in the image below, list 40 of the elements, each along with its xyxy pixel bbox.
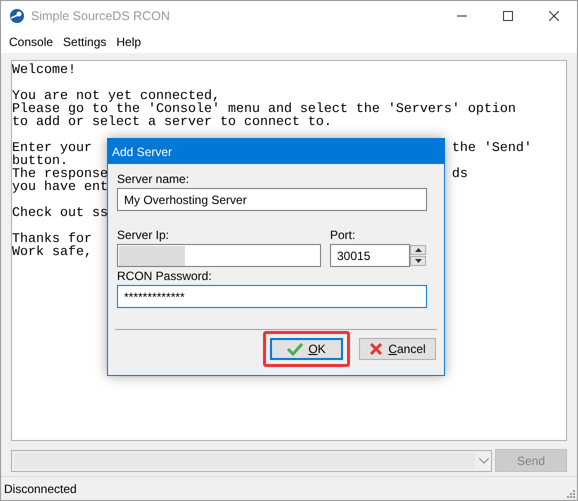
console-line: The response bbox=[12, 168, 108, 181]
number-field[interactable]: 30015 bbox=[330, 244, 410, 267]
triangle-up-icon bbox=[414, 248, 422, 252]
resize-grip-icon bbox=[567, 490, 575, 498]
status-text: Disconnected bbox=[4, 480, 77, 498]
password-field[interactable]: ************* bbox=[117, 285, 427, 308]
input-field[interactable] bbox=[117, 244, 321, 267]
field-label: Port: bbox=[330, 228, 356, 242]
triangle-down-icon bbox=[414, 259, 422, 263]
field-label: RCON Password: bbox=[117, 269, 213, 283]
checkmark-icon bbox=[287, 342, 304, 356]
app-logo-icon bbox=[9, 8, 25, 24]
menu-item[interactable]: Console bbox=[4, 33, 58, 51]
console-line: Welcome! bbox=[12, 64, 76, 77]
spin-up-button[interactable] bbox=[410, 245, 426, 255]
console-line: to add or select a server to connect to. bbox=[12, 116, 332, 129]
console-line: the 'Send' bbox=[452, 142, 532, 155]
menu-item[interactable]: Help bbox=[111, 33, 146, 51]
console-line: button. bbox=[12, 155, 68, 168]
console-line: Work safe, bbox=[12, 246, 92, 259]
dialog-title: Add Server bbox=[112, 144, 172, 160]
console-line: Please go to the 'Console' menu and select the 'Servers' option bbox=[12, 103, 516, 116]
console-line: Check out ss bbox=[12, 207, 108, 220]
ok-button[interactable]: OK bbox=[270, 338, 343, 360]
chevron-down-icon bbox=[479, 458, 489, 464]
text-field[interactable]: My Overhosting Server bbox=[117, 188, 427, 211]
console-line: You are not yet connected, bbox=[12, 90, 220, 103]
window-title: Simple SourceDS RCON bbox=[31, 8, 171, 25]
field-label: Server name: bbox=[117, 172, 190, 186]
field-label: Server Ip: bbox=[117, 228, 170, 242]
console-line: you have ent bbox=[12, 181, 108, 194]
x-mark-icon bbox=[369, 342, 384, 356]
spin-down-button[interactable] bbox=[410, 256, 426, 266]
console-line: Enter your bbox=[12, 142, 92, 155]
menu-item[interactable]: Settings bbox=[58, 33, 112, 51]
console-line: ds bbox=[452, 168, 468, 181]
maximize-icon[interactable] bbox=[503, 11, 513, 21]
console-line: Thanks for bbox=[12, 233, 92, 246]
cancel-button[interactable]: Cancel bbox=[359, 338, 436, 360]
close-icon[interactable] bbox=[549, 11, 559, 21]
